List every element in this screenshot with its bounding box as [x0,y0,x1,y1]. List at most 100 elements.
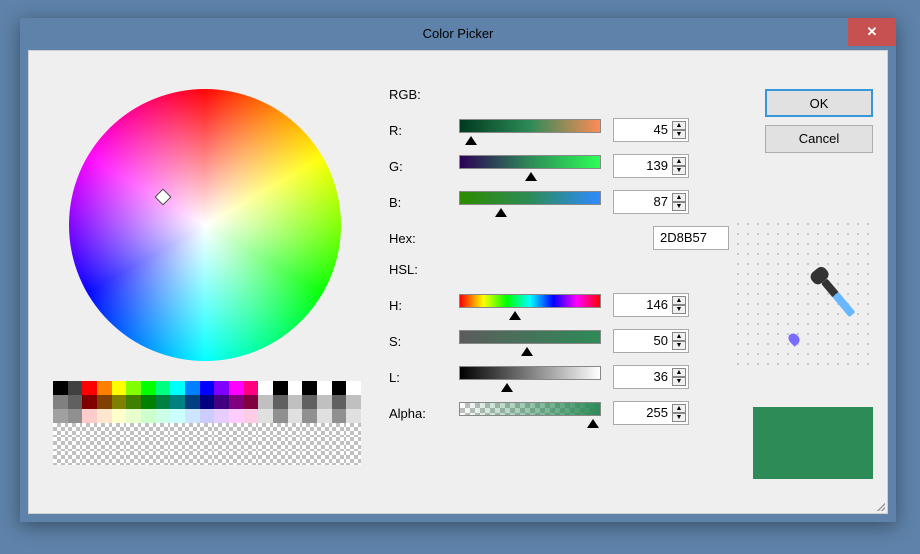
swatch-cell[interactable] [200,409,215,423]
swatch-cell[interactable] [141,381,156,395]
slider-thumb-icon[interactable] [521,347,533,356]
swatch-cell[interactable] [170,423,185,437]
swatch-cell[interactable] [141,451,156,465]
swatch-cell[interactable] [273,451,288,465]
swatch-cell[interactable] [68,395,83,409]
swatch-cell[interactable] [170,437,185,451]
s-input[interactable]: 50 ▲▼ [613,329,689,353]
b-input[interactable]: 87 ▲▼ [613,190,689,214]
swatch-cell[interactable] [112,437,127,451]
swatch-cell[interactable] [156,423,171,437]
swatch-cell[interactable] [200,451,215,465]
swatch-cell[interactable] [332,437,347,451]
spinner-down-icon[interactable]: ▼ [672,413,686,422]
swatch-cell[interactable] [317,409,332,423]
cancel-button[interactable]: Cancel [765,125,873,153]
swatch-cell[interactable] [112,395,127,409]
swatch-cell[interactable] [332,395,347,409]
alpha-input[interactable]: 255 ▲▼ [613,401,689,425]
eyedropper-icon[interactable] [815,271,856,318]
swatch-cell[interactable] [53,395,68,409]
resize-grip-icon[interactable] [871,497,885,511]
swatch-cell[interactable] [97,409,112,423]
swatch-cell[interactable] [53,451,68,465]
swatch-cell[interactable] [317,381,332,395]
swatch-cell[interactable] [200,437,215,451]
swatch-cell[interactable] [141,409,156,423]
swatch-cell[interactable] [244,451,259,465]
swatch-cell[interactable] [126,395,141,409]
swatch-cell[interactable] [97,451,112,465]
spinner-up-icon[interactable]: ▲ [672,121,686,130]
swatch-cell[interactable] [258,451,273,465]
swatch-cell[interactable] [112,409,127,423]
swatch-cell[interactable] [82,409,97,423]
spinner-down-icon[interactable]: ▼ [672,202,686,211]
slider-thumb-icon[interactable] [495,208,507,217]
swatch-cell[interactable] [244,437,259,451]
r-spinner[interactable]: ▲▼ [672,121,686,139]
spinner-down-icon[interactable]: ▼ [672,130,686,139]
swatch-cell[interactable] [97,437,112,451]
swatch-cell[interactable] [302,395,317,409]
swatch-cell[interactable] [112,451,127,465]
swatch-cell[interactable] [185,451,200,465]
swatch-cell[interactable] [273,395,288,409]
eyedropper-zone[interactable] [733,219,873,367]
swatch-cell[interactable] [185,423,200,437]
b-spinner[interactable]: ▲▼ [672,193,686,211]
spinner-down-icon[interactable]: ▼ [672,166,686,175]
swatch-cell[interactable] [288,409,303,423]
swatch-cell[interactable] [53,437,68,451]
b-slider[interactable] [459,191,601,213]
spinner-up-icon[interactable]: ▲ [672,193,686,202]
swatch-cell[interactable] [214,451,229,465]
swatch-cell[interactable] [302,451,317,465]
swatch-cell[interactable] [346,409,361,423]
swatch-cell[interactable] [229,437,244,451]
close-button[interactable]: ✕ [848,18,896,46]
spinner-down-icon[interactable]: ▼ [672,305,686,314]
swatch-cell[interactable] [53,409,68,423]
l-slider[interactable] [459,366,601,388]
swatch-cell[interactable] [346,451,361,465]
swatch-cell[interactable] [258,437,273,451]
swatch-cell[interactable] [112,423,127,437]
swatch-cell[interactable] [156,409,171,423]
g-spinner[interactable]: ▲▼ [672,157,686,175]
swatch-cell[interactable] [302,409,317,423]
swatch-cell[interactable] [141,423,156,437]
swatch-cell[interactable] [185,437,200,451]
alpha-slider[interactable] [459,402,601,424]
alpha-spinner[interactable]: ▲▼ [672,404,686,422]
swatch-cell[interactable] [170,381,185,395]
swatch-cell[interactable] [53,423,68,437]
swatch-cell[interactable] [302,423,317,437]
swatch-cell[interactable] [214,395,229,409]
swatch-cell[interactable] [273,437,288,451]
slider-thumb-icon[interactable] [501,383,513,392]
swatch-cell[interactable] [229,409,244,423]
spinner-up-icon[interactable]: ▲ [672,332,686,341]
swatch-cell[interactable] [126,409,141,423]
swatch-cell[interactable] [288,381,303,395]
swatch-cell[interactable] [156,395,171,409]
swatch-cell[interactable] [244,409,259,423]
swatch-cell[interactable] [141,395,156,409]
swatch-cell[interactable] [156,437,171,451]
swatch-cell[interactable] [82,395,97,409]
swatch-cell[interactable] [244,395,259,409]
h-spinner[interactable]: ▲▼ [672,296,686,314]
spinner-down-icon[interactable]: ▼ [672,377,686,386]
h-slider[interactable] [459,294,601,316]
swatch-cell[interactable] [346,437,361,451]
swatch-cell[interactable] [229,381,244,395]
swatch-cell[interactable] [53,381,68,395]
slider-thumb-icon[interactable] [465,136,477,145]
swatch-cell[interactable] [332,409,347,423]
g-slider[interactable] [459,155,601,177]
slider-thumb-icon[interactable] [509,311,521,320]
l-input[interactable]: 36 ▲▼ [613,365,689,389]
ok-button[interactable]: OK [765,89,873,117]
swatch-cell[interactable] [288,395,303,409]
